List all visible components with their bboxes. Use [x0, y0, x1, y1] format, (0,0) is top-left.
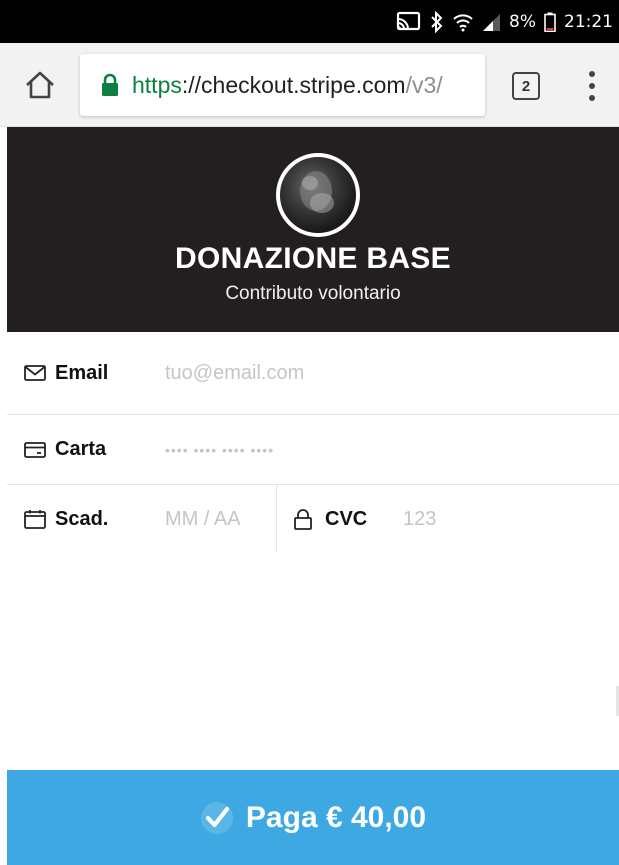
- envelope-icon: [24, 365, 46, 381]
- logo-image: [300, 171, 334, 213]
- card-number-field[interactable]: •••• •••• •••• ••••: [165, 442, 274, 458]
- credit-card-icon: [24, 441, 46, 458]
- payment-form: Email tuo@email.com Carta •••• •••• ••••…: [7, 332, 619, 553]
- bluetooth-icon: [431, 10, 443, 33]
- cast-icon: [396, 11, 421, 30]
- clock: 21:21: [564, 11, 613, 32]
- home-icon: [26, 71, 54, 99]
- expiry-label: Scad.: [55, 507, 109, 530]
- merchant-logo: [276, 153, 360, 237]
- checkout-subtitle: Contributo volontario: [225, 283, 401, 304]
- checkout-title: DONAZIONE BASE: [175, 242, 451, 275]
- browser-toolbar: https://checkout.stripe.com/v3/ 2: [0, 43, 619, 127]
- checkmark-icon: [200, 801, 233, 834]
- pay-button[interactable]: Paga € 40,00: [7, 770, 619, 865]
- email-label: Email: [55, 361, 109, 384]
- card-label: Carta: [55, 438, 107, 460]
- checkout-header: DONAZIONE BASE Contributo volontario: [7, 127, 619, 332]
- cvc-label: CVC: [325, 507, 368, 530]
- card-row[interactable]: Carta •••• •••• •••• ••••: [7, 415, 619, 485]
- menu-dot: [589, 95, 595, 101]
- status-bar: 8% 21:21: [0, 0, 619, 43]
- url-scheme: https: [132, 71, 182, 98]
- menu-dot: [589, 83, 595, 89]
- email-row[interactable]: Email tuo@email.com: [7, 332, 619, 415]
- pay-button-label: Paga € 40,00: [245, 800, 427, 834]
- url-host: ://checkout.stripe.com: [181, 71, 406, 98]
- signal-icon: [483, 13, 501, 31]
- url-bar[interactable]: https://checkout.stripe.com/v3/: [80, 54, 485, 116]
- expiry-cvc-row: Scad. MM / AA CVC 123: [7, 485, 619, 553]
- calendar-icon: [24, 510, 46, 529]
- wifi-icon: [453, 13, 473, 31]
- battery-icon: [544, 12, 556, 32]
- email-field[interactable]: tuo@email.com: [165, 362, 304, 385]
- field-divider: [276, 485, 277, 553]
- home-button[interactable]: [22, 67, 58, 103]
- secure-lock-icon: [102, 73, 118, 96]
- battery-percent: 8%: [509, 11, 536, 32]
- cvc-field[interactable]: 123: [403, 508, 436, 531]
- overflow-menu-button[interactable]: [582, 69, 602, 103]
- menu-dot: [589, 71, 595, 77]
- tab-switcher-button[interactable]: 2: [512, 72, 540, 100]
- url-path: /v3/: [405, 71, 443, 98]
- lock-icon: [294, 509, 312, 530]
- expiry-field[interactable]: MM / AA: [165, 508, 241, 531]
